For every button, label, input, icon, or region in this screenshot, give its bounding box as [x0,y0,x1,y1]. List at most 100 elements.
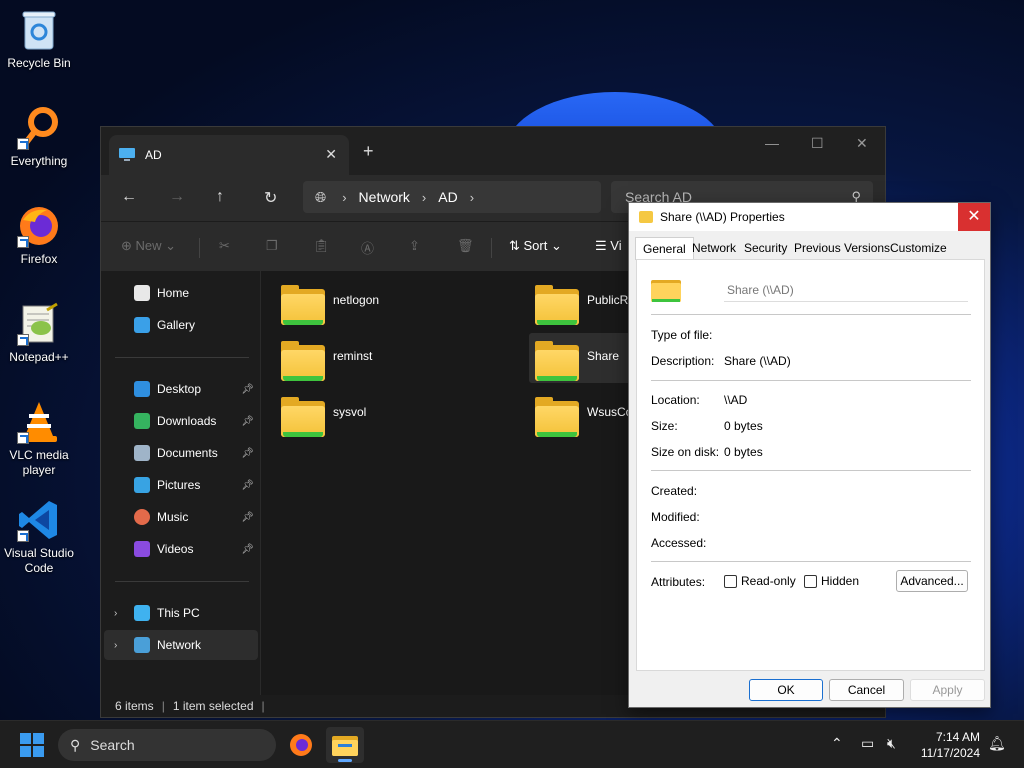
network-icon [134,637,150,653]
pin-icon[interactable]: 📌︎ [241,448,254,459]
pin-icon[interactable]: 📌︎ [241,416,254,427]
nav-item-pictures[interactable]: Pictures 📌︎ [104,470,258,500]
refresh-button[interactable]: ↻ [264,188,277,208]
speaker-muted-icon[interactable]: 🔇︎ [887,735,896,752]
start-button[interactable] [20,733,44,757]
clock[interactable]: 7:14 AM 11/17/2024 [921,729,980,761]
folder-item-share[interactable]: Share [529,333,639,383]
close-window-button[interactable]: ✕ [856,135,868,152]
folder-item-publicre[interactable]: PublicRe [535,281,635,331]
shortcut-arrow-icon [17,432,29,444]
desktop-icon-firefox[interactable]: Firefox [0,204,78,267]
pin-icon[interactable]: 📌︎ [241,480,254,491]
notification-bell-icon[interactable]: 🔔︎ [988,735,1006,752]
readonly-checkbox[interactable]: Read-only [724,574,796,588]
firefox-icon [290,734,312,756]
chevron-right-icon[interactable]: › [114,608,117,619]
tab-security[interactable]: Security [744,241,787,255]
tab-network[interactable]: Network [692,241,736,255]
nav-item-gallery[interactable]: Gallery [104,310,258,340]
tab-ad[interactable]: AD ✕ [109,135,349,175]
rename-icon[interactable]: Ⓐ [361,238,374,257]
desktop-icon-recycle-bin[interactable]: Recycle Bin [0,8,78,71]
taskbar-search[interactable]: ⚲ Search [58,729,276,761]
desktop-icon-vlc[interactable]: VLC media player [0,400,78,478]
nav-item-downloads[interactable]: Downloads 📌︎ [104,406,258,436]
shortcut-arrow-icon [17,334,29,346]
hidden-checkbox[interactable]: Hidden [804,574,859,588]
tab-previous-versions[interactable]: Previous Versions [794,241,890,255]
globe-icon: 🌐︎ [315,188,327,205]
folder-name: netlogon [333,293,380,307]
search-icon: ⚲ [70,736,81,753]
nav-label: Music [157,510,189,524]
nav-item-network[interactable]: › Network [104,630,258,660]
tab-title: AD [145,148,162,162]
chevron-right-icon[interactable]: › [114,640,117,651]
pin-icon[interactable]: 📌︎ [241,512,254,523]
checkbox-box[interactable] [804,574,817,588]
nav-item-music[interactable]: Music 📌︎ [104,502,258,532]
back-button[interactable]: ← [121,188,137,206]
network-icon[interactable]: ▭ [861,735,874,752]
up-button[interactable]: ↑ [216,188,224,206]
nav-item-videos[interactable]: Videos 📌︎ [104,534,258,564]
tab-general[interactable]: General [635,237,694,260]
desktop-icon-notepadpp[interactable]: Notepad++ [0,302,78,365]
delete-icon[interactable]: 🗑︎ [457,238,474,254]
sort-button[interactable]: ⇅ Sort ⌄ [509,238,562,254]
active-indicator [338,759,352,762]
gallery-icon [134,317,150,333]
desktop-icon-vscode[interactable]: Visual Studio Code [0,498,78,576]
divider [651,314,971,315]
new-tab-button[interactable]: + [363,141,374,162]
apply-button[interactable]: Apply [910,679,985,701]
minimize-button[interactable]: — [765,135,779,151]
paste-icon[interactable]: 📋︎ [313,238,330,254]
advanced-button[interactable]: Advanced... [896,570,968,592]
folder-item-netlogon[interactable]: netlogon [281,281,379,331]
folder-icon [332,736,358,756]
close-icon[interactable]: ✕ [325,146,337,163]
desktop-icon-everything[interactable]: Everything [0,106,78,169]
breadcrumb-ad[interactable]: AD [438,189,457,205]
taskbar-firefox[interactable] [282,727,320,763]
divider [651,561,971,562]
share-icon[interactable]: ⇪ [409,238,420,254]
pin-icon[interactable]: 📌︎ [241,384,254,395]
checkbox-box[interactable] [724,574,737,588]
folder-icon [535,397,579,437]
folder-item-reminst[interactable]: reminst [281,337,372,387]
cancel-button[interactable]: Cancel [829,679,904,701]
tab-customize[interactable]: Customize [890,241,947,255]
nav-item-this-pc[interactable]: › This PC [104,598,258,628]
forward-button[interactable]: → [169,188,185,206]
cut-icon[interactable]: ✂ [219,238,230,254]
taskbar-file-explorer[interactable] [326,727,364,763]
folder-icon [535,341,579,381]
new-button[interactable]: ⊕ New ⌄ [121,238,176,254]
chevron-up-icon[interactable]: ⌃ [831,735,843,752]
new-label: New [135,238,162,253]
computer-icon [134,605,150,621]
pin-icon[interactable]: 📌︎ [241,544,254,555]
folder-name: WsusCo [587,405,633,419]
accessed-label: Accessed: [651,536,707,550]
folder-icon [281,397,325,437]
address-bar[interactable]: 🌐︎ › Network › AD › [303,181,601,213]
maximize-button[interactable]: ☐ [811,135,824,152]
nav-item-documents[interactable]: Documents 📌︎ [104,438,258,468]
nav-item-home[interactable]: Home [104,278,258,308]
close-dialog-button[interactable]: ✕ [958,203,990,231]
selection-count: 1 item selected [172,699,254,713]
breadcrumb-network[interactable]: Network [359,189,410,205]
description-label: Description: [651,354,715,368]
folder-item-wsusco[interactable]: WsusCo [535,393,632,443]
nav-item-desktop[interactable]: Desktop 📌︎ [104,374,258,404]
location-label: Location: [651,393,700,407]
view-button[interactable]: ☰ Vi [595,238,622,254]
copy-icon[interactable]: ❐ [266,238,278,254]
folder-item-sysvol[interactable]: sysvol [281,393,366,443]
ok-button[interactable]: OK [749,679,823,701]
name-field[interactable]: Share (\\AD) [724,280,968,302]
